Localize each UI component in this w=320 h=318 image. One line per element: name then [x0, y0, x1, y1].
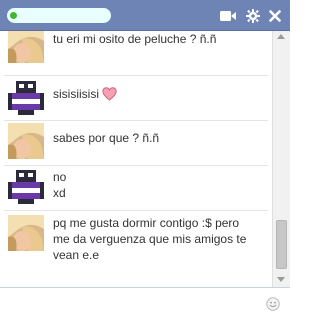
message-text: sabes por que ? ñ.ñ	[53, 131, 160, 145]
message-group: no xd	[0, 166, 270, 210]
message-input[interactable]	[4, 292, 264, 318]
message-text: vean e.e	[53, 248, 100, 262]
message-composer	[0, 287, 290, 318]
robot-purple-avatar[interactable]	[8, 168, 44, 204]
scroll-up-arrow-icon[interactable]	[277, 34, 285, 39]
message-text: pq me gusta dormir contigo :$ pero	[53, 216, 240, 230]
contact-name-pill[interactable]	[7, 8, 111, 23]
message-scrollbar[interactable]	[272, 31, 290, 287]
message-list[interactable]: tu eri mi osito de peluche ? ñ.ñ sisisii…	[0, 31, 290, 287]
robot-purple-avatar[interactable]	[8, 79, 44, 115]
scrollbar-thumb[interactable]	[276, 220, 287, 269]
chat-title-bar[interactable]	[0, 0, 290, 31]
message-group: tu eri mi osito de peluche ? ñ.ñ	[0, 31, 270, 75]
message-text: sisisiisisi	[53, 86, 273, 105]
message-text: no	[53, 170, 67, 184]
message-text: tu eri mi osito de peluche ? ñ.ñ	[53, 32, 217, 46]
blonde-girl-avatar[interactable]	[8, 31, 44, 63]
message-text: me da verguenza que mis amigos te	[53, 232, 247, 246]
message-text: xd	[53, 186, 66, 200]
heart-icon	[102, 87, 118, 105]
message-group: pq me gusta dormir contigo :$ pero me da…	[0, 211, 270, 283]
smiley-icon[interactable]	[266, 297, 280, 311]
video-call-icon[interactable]	[218, 6, 238, 26]
scroll-down-arrow-icon[interactable]	[277, 277, 285, 282]
message-group: sabes por que ? ñ.ñ	[0, 121, 270, 165]
blonde-girl-avatar[interactable]	[8, 215, 44, 251]
message-group: sisisiisisi	[0, 76, 270, 120]
message-text-content: sisisiisisi	[53, 87, 99, 101]
chat-window: tu eri mi osito de peluche ? ñ.ñ sisisii…	[0, 0, 290, 318]
contact-name	[20, 8, 107, 23]
online-status-dot	[10, 12, 17, 19]
gear-icon[interactable]	[243, 6, 263, 26]
blonde-girl-avatar[interactable]	[8, 123, 44, 159]
close-icon[interactable]	[265, 6, 285, 26]
